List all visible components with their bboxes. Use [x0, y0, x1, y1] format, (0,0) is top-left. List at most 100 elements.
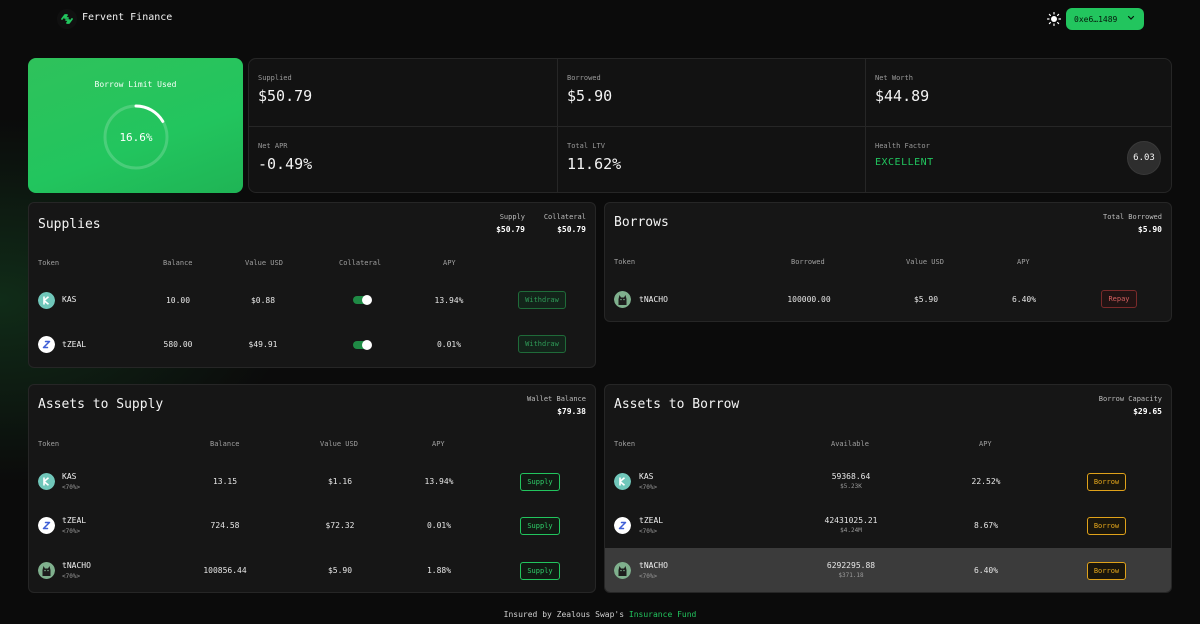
- borrow-button[interactable]: Borrow: [1087, 517, 1126, 535]
- borrow-limit-value: 16.6%: [119, 130, 153, 144]
- summary-label: Borrow Capacity: [1098, 395, 1162, 403]
- token-ltv: <70%>: [62, 484, 81, 491]
- borrow-limit-card: Borrow Limit Used 16.6%: [28, 58, 243, 193]
- stat-value: $50.79: [258, 87, 313, 105]
- column-header: APY: [432, 440, 445, 448]
- summary-value: $79.38: [557, 407, 586, 416]
- token-symbol: tZEAL: [62, 516, 87, 525]
- stat-label: Borrowed: [567, 74, 601, 82]
- stat-value: -0.49%: [258, 155, 313, 173]
- available-amount: 59368.64: [831, 472, 871, 481]
- apy-cell: 13.94%: [424, 477, 454, 486]
- sun-icon[interactable]: [1046, 11, 1062, 27]
- token-name: KAS: [62, 295, 77, 304]
- stat-total-ltv: Total LTV 11.62%: [558, 127, 864, 192]
- stat-net-worth: Net Worth $44.89: [866, 59, 1171, 125]
- token-name: tZEAL: [62, 340, 87, 349]
- column-header: Borrowed: [791, 258, 825, 266]
- insurance-fund-link[interactable]: Insurance Fund: [629, 610, 696, 619]
- supply-button[interactable]: Supply: [520, 473, 560, 491]
- column-header: Value USD: [906, 258, 944, 266]
- token-symbol: KAS: [62, 472, 77, 481]
- column-header: Token: [38, 440, 60, 448]
- column-header: Token: [614, 440, 636, 448]
- assets-to-borrow-panel: Assets to Borrow Borrow Capacity $29.65 …: [604, 384, 1172, 593]
- balance-cell: 10.00: [165, 296, 191, 305]
- summary-label: Total Borrowed: [1102, 213, 1162, 221]
- health-status: EXCELLENT: [875, 157, 934, 168]
- panel-title: Assets to Borrow: [614, 397, 740, 412]
- footer: Insured by Zealous Swap's Insurance Fund: [0, 610, 1200, 619]
- withdraw-button[interactable]: Withdraw: [518, 291, 566, 309]
- token-name: KAS <70%>: [639, 472, 657, 491]
- kas-token-icon: [38, 292, 55, 309]
- value-cell: $49.91: [248, 340, 278, 349]
- fervent-logo-icon[interactable]: [57, 9, 77, 29]
- apy-cell: 8.67%: [973, 521, 999, 530]
- value-cell: $5.90: [913, 295, 939, 304]
- supply-button[interactable]: Supply: [520, 562, 560, 580]
- collateral-toggle[interactable]: [353, 295, 372, 305]
- available-amount: 6292295.88: [826, 561, 876, 570]
- supply-summary: Supply $50.79: [496, 213, 525, 234]
- tnacho-token-icon: [38, 562, 55, 579]
- supply-button[interactable]: Supply: [520, 517, 560, 535]
- column-header: Token: [38, 259, 60, 267]
- value-cell: $5.90: [327, 566, 353, 575]
- kas-token-icon: [38, 473, 55, 490]
- token-name: tNACHO <70%>: [639, 561, 668, 580]
- column-header: Token: [614, 258, 636, 266]
- available-cell: 6292295.88 $371.18: [827, 561, 875, 579]
- stat-value: $44.89: [875, 87, 930, 105]
- borrow-button[interactable]: Borrow: [1087, 473, 1126, 491]
- apy-cell: 0.01%: [426, 521, 452, 530]
- available-amount: 42431025.21: [824, 516, 878, 525]
- tzeal-token-icon: [614, 517, 631, 534]
- stat-value: 11.62%: [567, 155, 622, 173]
- column-header: APY: [979, 440, 992, 448]
- wallet-button[interactable]: 0xe6…1489: [1066, 8, 1144, 30]
- available-usd: $5.23K: [840, 483, 862, 490]
- borrow-limit-title: Borrow Limit Used: [94, 80, 177, 89]
- footer-text: Insured by Zealous Swap's: [503, 610, 625, 619]
- token-name: KAS <70%>: [62, 472, 80, 491]
- balance-cell: 100856.44: [203, 566, 247, 575]
- token-ltv: <70%>: [62, 573, 81, 580]
- column-header: APY: [443, 259, 456, 267]
- withdraw-button[interactable]: Withdraw: [518, 335, 566, 353]
- collateral-summary: Collateral $50.79: [544, 213, 586, 234]
- column-header: Value USD: [245, 259, 283, 267]
- apy-cell: 0.01%: [436, 340, 462, 349]
- borrows-panel: Borrows Total Borrowed $5.90 Token Borro…: [604, 202, 1172, 322]
- column-header: Balance: [163, 259, 193, 267]
- token-symbol: tZEAL: [639, 516, 664, 525]
- token-symbol: tNACHO: [639, 561, 668, 570]
- collateral-toggle[interactable]: [353, 340, 372, 350]
- available-cell: 59368.64 $5.23K: [832, 472, 871, 490]
- repay-button[interactable]: Repay: [1101, 290, 1137, 308]
- apy-cell: 6.40%: [1011, 295, 1037, 304]
- value-cell: $1.16: [327, 477, 353, 486]
- panel-title: Borrows: [614, 215, 669, 230]
- borrow-button[interactable]: Borrow: [1087, 562, 1126, 580]
- balance-cell: 724.58: [210, 521, 240, 530]
- column-header: Available: [831, 440, 869, 448]
- summary-value: $50.79: [496, 225, 525, 234]
- kas-token-icon: [614, 473, 631, 490]
- summary-label: Collateral: [543, 213, 586, 221]
- token-ltv: <70%>: [639, 573, 658, 580]
- summary-label: Supply: [499, 213, 525, 221]
- available-cell: 42431025.21 $4.24M: [825, 516, 878, 534]
- stat-label: Net Worth: [875, 74, 913, 82]
- toggle-knob: [362, 340, 372, 350]
- panel-title: Assets to Supply: [38, 397, 164, 412]
- stat-supplied: Supplied $50.79: [249, 59, 555, 125]
- chevron-down-icon: [1126, 13, 1136, 23]
- available-usd: $4.24M: [840, 527, 862, 534]
- column-header: Balance: [210, 440, 240, 448]
- token-name: tNACHO: [639, 295, 668, 304]
- panel-title: Supplies: [38, 217, 101, 232]
- token-ltv: <70%>: [639, 528, 658, 535]
- stat-label: Net APR: [258, 142, 288, 150]
- summary-value: $29.65: [1133, 407, 1162, 416]
